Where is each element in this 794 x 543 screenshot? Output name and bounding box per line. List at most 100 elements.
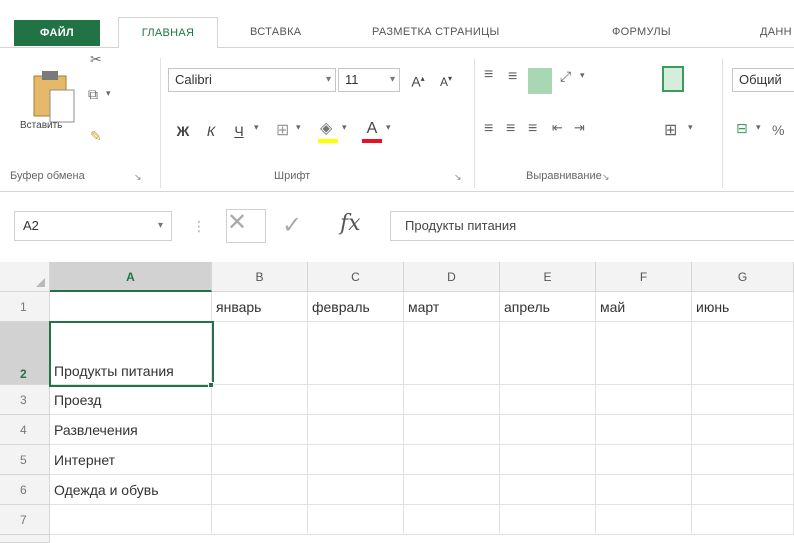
paste-icon[interactable]	[32, 68, 78, 126]
bold-button[interactable]: Ж	[172, 120, 194, 144]
align-right-icon[interactable]: ≡	[528, 120, 537, 138]
enter-icon[interactable]: ✓	[282, 213, 302, 239]
tab-file[interactable]: ФАЙЛ	[14, 20, 100, 46]
cell-c3[interactable]	[308, 385, 404, 415]
align-middle-icon[interactable]: ≡	[508, 68, 517, 86]
align-top-icon[interactable]: ≡	[484, 66, 493, 84]
name-box[interactable]: A2 ▾	[14, 211, 172, 241]
column-header-d[interactable]: D	[404, 262, 500, 292]
cell-c7[interactable]	[308, 505, 404, 535]
cell-e4[interactable]	[500, 415, 596, 445]
column-header-a[interactable]: A	[50, 262, 212, 292]
cell-a2[interactable]: Продукты питания	[50, 322, 212, 385]
column-header-f[interactable]: F	[596, 262, 692, 292]
cell-e5[interactable]	[500, 445, 596, 475]
wrap-text-icon[interactable]	[662, 66, 684, 92]
chevron-down-icon[interactable]: ▾	[386, 122, 391, 133]
cell-d7[interactable]	[404, 505, 500, 535]
tab-page-layout[interactable]: РАЗМЕТКА СТРАНИЦЫ	[372, 17, 500, 48]
clipboard-launcher-icon[interactable]: ↘	[134, 172, 142, 183]
cell-a3[interactable]: Проезд	[50, 385, 212, 415]
chevron-down-icon[interactable]: ▾	[580, 70, 585, 81]
row-header-3[interactable]: 3	[0, 385, 50, 415]
align-left-icon[interactable]: ≡	[484, 120, 493, 138]
row-header-5[interactable]: 5	[0, 445, 50, 475]
cell-c1[interactable]: февраль	[308, 292, 404, 322]
cell-f7[interactable]	[596, 505, 692, 535]
cell-f2[interactable]	[596, 322, 692, 385]
decrease-font-size-icon[interactable]: A▾	[436, 68, 456, 92]
cell-f6[interactable]	[596, 475, 692, 505]
cell-c6[interactable]	[308, 475, 404, 505]
row-header-7[interactable]: 7	[0, 505, 50, 535]
cell-g3[interactable]	[692, 385, 794, 415]
cell-f1[interactable]: май	[596, 292, 692, 322]
chevron-down-icon[interactable]: ▾	[342, 122, 347, 133]
chevron-down-icon[interactable]: ▾	[158, 212, 163, 240]
tab-insert[interactable]: ВСТАВКА	[250, 17, 301, 48]
cell-c2[interactable]	[308, 322, 404, 385]
column-header-e[interactable]: E	[500, 262, 596, 292]
decrease-indent-icon[interactable]: ⇤	[552, 120, 563, 136]
cell-g4[interactable]	[692, 415, 794, 445]
cell-g5[interactable]	[692, 445, 794, 475]
orientation-icon[interactable]: ⤢	[560, 68, 571, 85]
row-header-2[interactable]: 2	[0, 322, 50, 385]
cell-d2[interactable]	[404, 322, 500, 385]
cancel-icon[interactable]: ✕	[226, 209, 266, 243]
cell-a4[interactable]: Развлечения	[50, 415, 212, 445]
cell-g2[interactable]	[692, 322, 794, 385]
insert-function-icon[interactable]: fx	[340, 211, 361, 236]
cell-d6[interactable]	[404, 475, 500, 505]
cell-d3[interactable]	[404, 385, 500, 415]
number-format-combo[interactable]: Общий	[732, 68, 794, 92]
tab-data[interactable]: ДАНН	[760, 17, 792, 48]
cell-b7[interactable]	[212, 505, 308, 535]
chevron-down-icon[interactable]: ▾	[688, 122, 693, 133]
fill-handle[interactable]	[208, 382, 214, 388]
cell-d5[interactable]	[404, 445, 500, 475]
cell-b5[interactable]	[212, 445, 308, 475]
cell-a1[interactable]	[50, 292, 212, 322]
increase-indent-icon[interactable]: ⇥	[574, 120, 585, 136]
chevron-down-icon[interactable]: ▾	[296, 122, 301, 133]
cell-c5[interactable]	[308, 445, 404, 475]
font-launcher-icon[interactable]: ↘	[454, 172, 462, 183]
select-all-button[interactable]	[0, 262, 50, 292]
cell-e6[interactable]	[500, 475, 596, 505]
cell-b1[interactable]: январь	[212, 292, 308, 322]
cell-f3[interactable]	[596, 385, 692, 415]
align-center-icon[interactable]: ≡	[506, 120, 515, 138]
cell-b4[interactable]	[212, 415, 308, 445]
increase-font-size-icon[interactable]: A▴	[408, 68, 428, 92]
row-header-8[interactable]	[0, 535, 50, 543]
row-header-6[interactable]: 6	[0, 475, 50, 505]
cell-g6[interactable]	[692, 475, 794, 505]
cell-d4[interactable]	[404, 415, 500, 445]
cell-e1[interactable]: апрель	[500, 292, 596, 322]
cell-e2[interactable]	[500, 322, 596, 385]
row-header-4[interactable]: 4	[0, 415, 50, 445]
format-painter-icon[interactable]: ✎	[90, 128, 102, 145]
copy-dropdown-icon[interactable]: ▾	[106, 88, 111, 99]
paste-button-label[interactable]: Вставить	[20, 120, 62, 131]
cell-c4[interactable]	[308, 415, 404, 445]
cell-a6[interactable]: Одежда и обувь	[50, 475, 212, 505]
alignment-launcher-icon[interactable]: ↘	[602, 172, 610, 183]
font-name-combo[interactable]: Calibri ▾	[168, 68, 336, 92]
italic-button[interactable]: К	[200, 120, 222, 144]
cell-b2[interactable]	[212, 322, 308, 385]
column-header-c[interactable]: C	[308, 262, 404, 292]
cell-b3[interactable]	[212, 385, 308, 415]
column-header-g[interactable]: G	[692, 262, 794, 292]
cell-b6[interactable]	[212, 475, 308, 505]
merge-center-icon[interactable]: ⊞	[664, 120, 677, 140]
cell-d1[interactable]: март	[404, 292, 500, 322]
row-header-1[interactable]: 1	[0, 292, 50, 322]
percent-format-icon[interactable]: %	[772, 122, 784, 138]
column-header-b[interactable]: B	[212, 262, 308, 292]
cell-g1[interactable]: июнь	[692, 292, 794, 322]
cell-a7[interactable]	[50, 505, 212, 535]
cut-icon[interactable]: ✂	[90, 51, 102, 68]
underline-button[interactable]: Ч	[228, 120, 250, 144]
